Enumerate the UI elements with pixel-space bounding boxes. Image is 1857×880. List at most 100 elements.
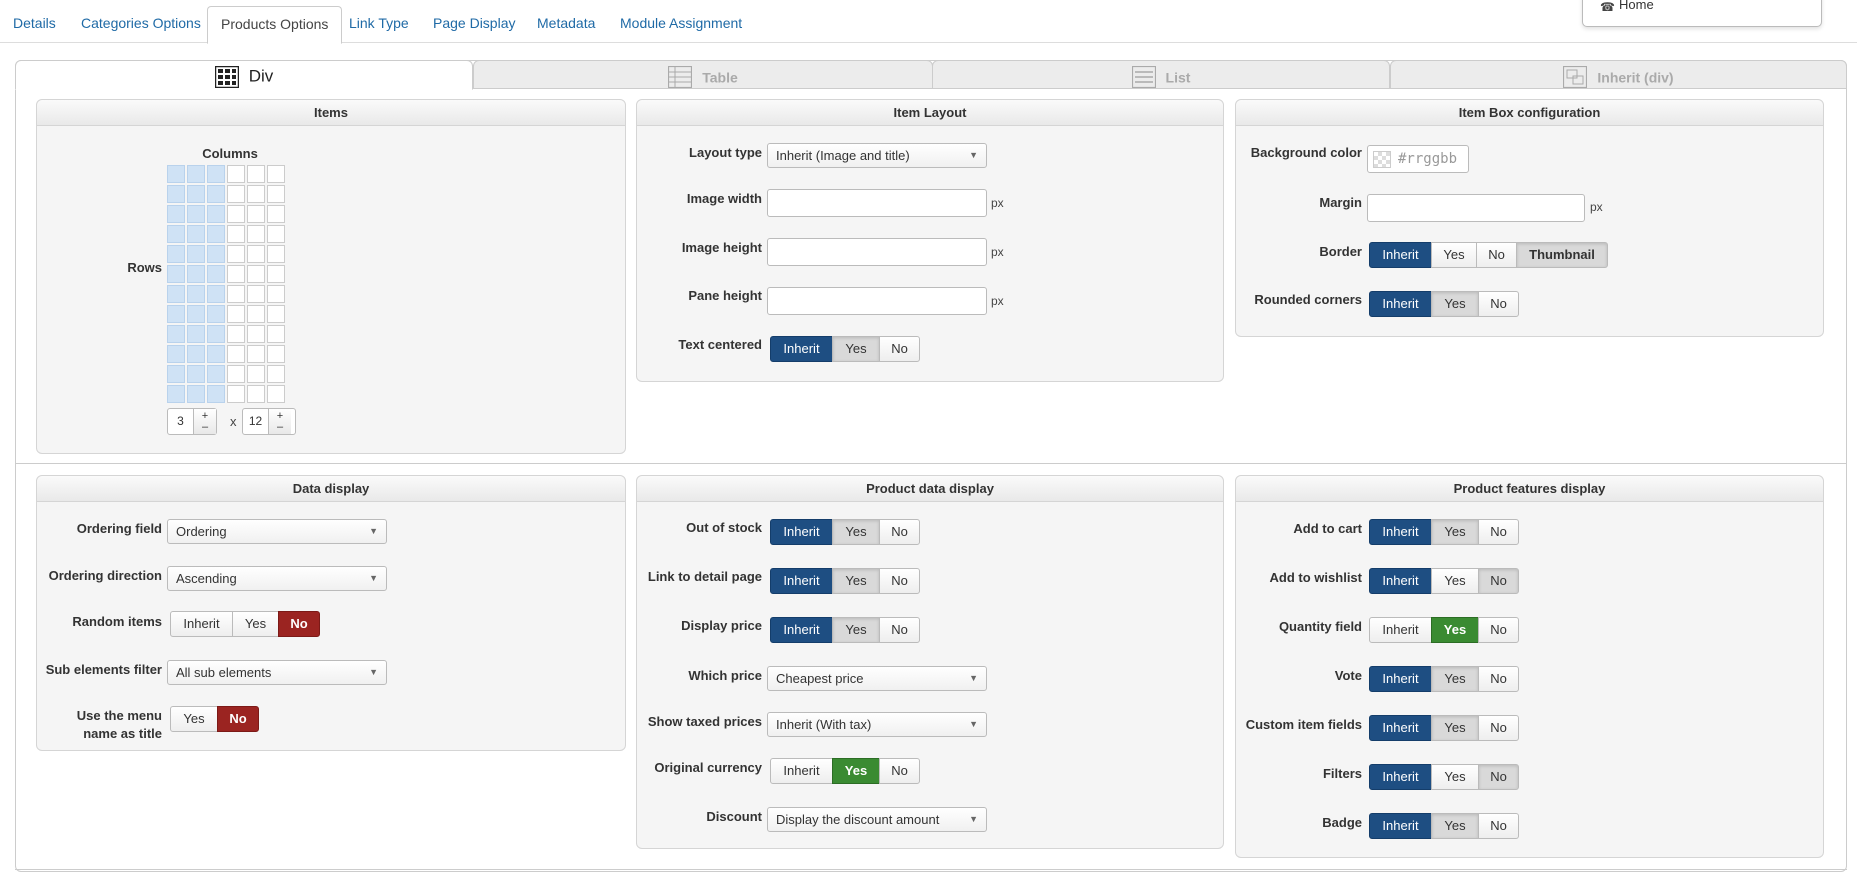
filters-no-button[interactable]: No [1478,764,1519,790]
grid-cell[interactable] [187,285,205,303]
grid-cell[interactable] [207,165,225,183]
minus-icon[interactable]: – [277,421,283,433]
add-to-wishlist-inherit-button[interactable]: Inherit [1369,568,1432,594]
rows-stepper-buttons[interactable]: + – [268,409,291,434]
grid-cell[interactable] [267,345,285,363]
grid-cell[interactable] [207,285,225,303]
grid-cell[interactable] [247,385,265,403]
random-items-toggle[interactable]: Inherit Yes No [170,611,320,637]
quantity-field-no-button[interactable]: No [1478,617,1519,643]
grid-cell[interactable] [207,325,225,343]
border-no-button[interactable]: No [1476,242,1517,268]
badge-no-button[interactable]: No [1478,813,1519,839]
grid-cell[interactable] [267,285,285,303]
grid-cell[interactable] [187,185,205,203]
grid-cell[interactable] [227,305,245,323]
grid-cell[interactable] [247,225,265,243]
grid-cell[interactable] [247,245,265,263]
custom-item-fields-inherit-button[interactable]: Inherit [1369,715,1432,741]
grid-cell[interactable] [267,305,285,323]
display-price-no-button[interactable]: No [879,617,920,643]
grid-cell[interactable] [267,265,285,283]
layout-tab-list[interactable]: List [932,60,1390,89]
grid-cell[interactable] [267,325,285,343]
grid-cell[interactable] [227,225,245,243]
grid-cell[interactable] [247,345,265,363]
tab-metadata[interactable]: Metadata [524,6,608,43]
columns-value[interactable]: 3 [168,409,193,434]
rounded-corners-toggle[interactable]: Inherit Yes No [1369,291,1519,317]
link-to-detail-toggle[interactable]: Inherit Yes No [770,568,920,594]
grid-cell[interactable] [207,305,225,323]
original-currency-inherit-button[interactable]: Inherit [770,758,833,784]
random-items-yes-button[interactable]: Yes [232,611,279,637]
badge-toggle[interactable]: Inherit Yes No [1369,813,1519,839]
menu-name-title-yes-button[interactable]: Yes [170,706,218,732]
rows-stepper[interactable]: 12 + – [242,408,296,435]
layout-tab-table[interactable]: Table [473,60,933,89]
grid-cell[interactable] [167,285,185,303]
which-price-select[interactable]: Cheapest price ▼ [767,666,987,691]
tab-page-display[interactable]: Page Display [420,6,529,43]
grid-cell[interactable] [227,245,245,263]
vote-inherit-button[interactable]: Inherit [1369,666,1432,692]
quantity-field-toggle[interactable]: Inherit Yes No [1369,617,1519,643]
show-taxed-select[interactable]: Inherit (With tax) ▼ [767,712,987,737]
grid-cell[interactable] [227,365,245,383]
filters-yes-button[interactable]: Yes [1431,764,1479,790]
sub-elements-filter-select[interactable]: All sub elements ▼ [167,660,387,685]
grid-cell[interactable] [187,385,205,403]
grid-cell[interactable] [167,265,185,283]
grid-cell[interactable] [207,205,225,223]
badge-inherit-button[interactable]: Inherit [1369,813,1432,839]
grid-cell[interactable] [227,345,245,363]
grid-cell[interactable] [247,185,265,203]
text-centered-inherit-button[interactable]: Inherit [770,336,833,362]
grid-cell[interactable] [187,165,205,183]
add-to-cart-toggle[interactable]: Inherit Yes No [1369,519,1519,545]
grid-cell[interactable] [267,385,285,403]
grid-cell[interactable] [207,365,225,383]
vote-no-button[interactable]: No [1478,666,1519,692]
grid-cell[interactable] [187,205,205,223]
grid-cell[interactable] [167,305,185,323]
minus-icon[interactable]: – [202,421,208,433]
rounded-corners-yes-button[interactable]: Yes [1431,291,1479,317]
out-of-stock-no-button[interactable]: No [879,519,920,545]
layout-tab-div[interactable]: Div [15,60,473,90]
custom-item-fields-toggle[interactable]: Inherit Yes No [1369,715,1519,741]
grid-cell[interactable] [167,205,185,223]
grid-cell[interactable] [187,365,205,383]
quantity-field-inherit-button[interactable]: Inherit [1369,617,1432,643]
grid-cell[interactable] [167,225,185,243]
grid-cell[interactable] [187,345,205,363]
grid-cell[interactable] [187,265,205,283]
grid-cell[interactable] [187,225,205,243]
rows-value[interactable]: 12 [243,409,268,434]
link-to-detail-no-button[interactable]: No [879,568,920,594]
tab-categories-options[interactable]: Categories Options [68,6,214,43]
grid-cell[interactable] [267,225,285,243]
add-to-cart-no-button[interactable]: No [1478,519,1519,545]
grid-cell[interactable] [187,325,205,343]
grid-cell[interactable] [227,265,245,283]
grid-cell[interactable] [167,385,185,403]
grid-cell[interactable] [267,165,285,183]
text-centered-yes-button[interactable]: Yes [832,336,880,362]
filters-inherit-button[interactable]: Inherit [1369,764,1432,790]
border-thumbnail-button[interactable]: Thumbnail [1516,242,1608,268]
grid-cell[interactable] [247,285,265,303]
add-to-cart-inherit-button[interactable]: Inherit [1369,519,1432,545]
transparent-swatch-icon[interactable] [1373,151,1391,168]
tab-module-assignment[interactable]: Module Assignment [607,6,755,43]
image-height-input[interactable] [767,238,987,266]
grid-cell[interactable] [207,185,225,203]
text-centered-toggle[interactable]: Inherit Yes No [770,336,920,362]
vote-yes-button[interactable]: Yes [1431,666,1479,692]
display-price-yes-button[interactable]: Yes [832,617,880,643]
grid-cell[interactable] [207,265,225,283]
home-dropdown-menu[interactable]: ☎ Home [1582,0,1822,27]
grid-cell[interactable] [227,285,245,303]
pane-height-input[interactable] [767,287,987,315]
tab-details[interactable]: Details [0,6,69,43]
